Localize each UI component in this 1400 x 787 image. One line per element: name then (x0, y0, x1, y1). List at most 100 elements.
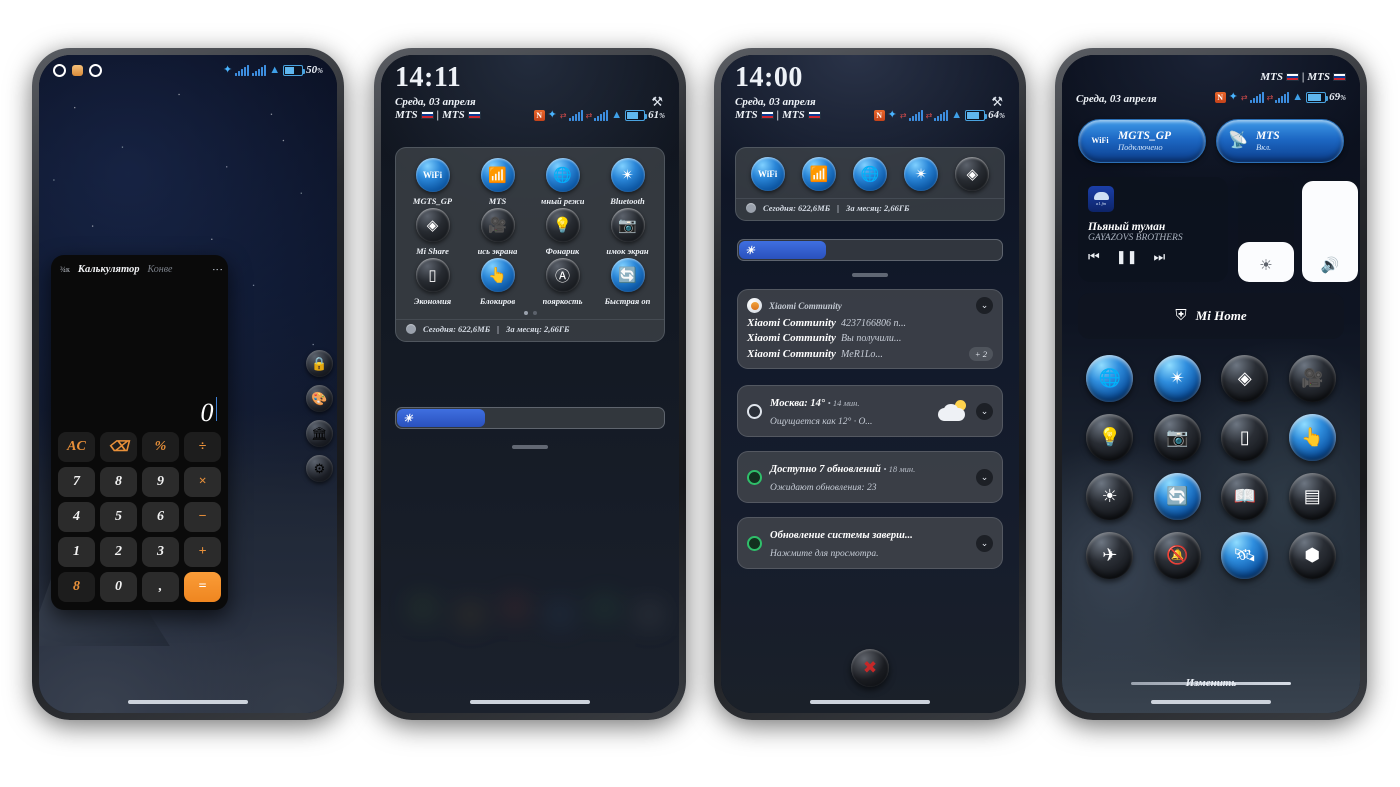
store-app-icon[interactable]: 🏛 (306, 420, 333, 447)
media-player-card[interactable]: a1.fm Пьяный туман GAYAZOVS BROTHERS ⏮ ❚… (1078, 177, 1228, 282)
gps-toggle[interactable]: 🛰 (1221, 532, 1269, 579)
mi-home-button[interactable]: ⛨ Mi Home (1078, 293, 1344, 339)
auto-brightness-toggle[interactable]: ☀ (1086, 473, 1134, 520)
chevron-down-icon[interactable]: ⌄ (976, 468, 993, 486)
gesture-bar[interactable] (128, 700, 248, 704)
mi-share-toggle[interactable]: ◈ (1221, 355, 1269, 402)
key-4[interactable]: 4 (58, 502, 95, 532)
key-divide[interactable]: ÷ (184, 432, 221, 462)
notification-weather[interactable]: Москва: 14° • 14 мин. Ощущается как 12° … (737, 385, 1003, 437)
battery-icon (1306, 91, 1329, 103)
key-3[interactable]: 3 (142, 537, 179, 567)
key-percent[interactable]: % (142, 432, 179, 462)
key-7[interactable]: 7 (58, 467, 95, 497)
bluetooth-toggle[interactable]: ✴ (1153, 355, 1201, 402)
data-month-label: За месяц: 2,66ГБ (846, 203, 910, 213)
key-equals[interactable]: = (184, 572, 221, 602)
notification-line[interactable]: Xiaomi Community MeR1Lo... + 2 (747, 347, 993, 361)
next-track-button[interactable]: ⏭ (1154, 249, 1166, 265)
screen-record-toggle[interactable]: 🎥 (1288, 355, 1336, 402)
key-scientific[interactable]: 8 (58, 572, 95, 602)
gesture-bar[interactable] (1151, 700, 1271, 704)
chevron-down-icon[interactable]: ⌄ (976, 534, 993, 552)
brightness-vertical-slider[interactable]: ☀ (1238, 177, 1294, 282)
screen-lock-toggle[interactable]: 👆 (1288, 414, 1336, 461)
page-dot[interactable] (532, 311, 537, 315)
notification-line[interactable]: Xiaomi Community Вы получили... (747, 332, 993, 344)
more-count-badge[interactable]: + 2 (968, 347, 993, 361)
chevron-down-icon[interactable]: ⌄ (976, 402, 993, 420)
toggle-wifi[interactable]: WiFi MGTS_GP (400, 158, 465, 206)
gesture-bar[interactable] (470, 700, 590, 704)
previous-track-button[interactable]: ⏮ (1088, 249, 1100, 265)
pause-button[interactable]: ❚❚ (1116, 249, 1138, 265)
edit-tools-icon[interactable]: ⚒ (651, 94, 663, 110)
key-ac[interactable]: AC (58, 432, 95, 462)
tab-converter[interactable]: Конве (147, 264, 172, 275)
mobile-data-pill[interactable]: 📡 MTS Вкл. (1216, 119, 1344, 163)
edit-toggles-button[interactable]: Изменить (1131, 673, 1291, 691)
key-9[interactable]: 9 (142, 467, 179, 497)
key-minus[interactable]: − (184, 502, 221, 532)
edit-tools-icon[interactable]: ⚒ (991, 94, 1003, 110)
screenshot-toggle[interactable]: 📷 (1153, 414, 1201, 461)
toggle-screenshot[interactable]: 📷 имок экран (595, 208, 660, 256)
key-0[interactable]: 0 (100, 572, 137, 602)
brightness-slider[interactable]: ☀ (395, 407, 665, 429)
volume-vertical-slider[interactable]: 🔊 (1302, 177, 1358, 282)
toggle-auto-brightness[interactable]: Ⓐ пояркость (530, 258, 595, 306)
overflow-menu-icon[interactable]: ⋮ (211, 264, 223, 275)
lock-app-icon[interactable]: 🔒 (306, 350, 333, 377)
data-roaming-toggle[interactable]: 🌐 (852, 157, 887, 191)
toggle-screen-record[interactable]: 🎥 ись экрана (465, 208, 530, 256)
notification-text-block: Москва: 14° • 14 мин. Ощущается как 12° … (770, 393, 930, 429)
shade-pull-handle[interactable] (852, 273, 888, 277)
notification-updates[interactable]: Доступно 7 обновлений • 18 мин. Ожидают … (737, 451, 1003, 503)
page-dot-active[interactable] (523, 311, 528, 315)
toggle-quick-pay[interactable]: 🔄 Быстрая оп (595, 258, 660, 306)
shade-pull-handle[interactable] (512, 445, 548, 449)
data-roaming-toggle[interactable]: 🌐 (1086, 355, 1134, 402)
notification-line[interactable]: Xiaomi Community 4237166806 п... (747, 317, 993, 329)
gallery-app-icon[interactable]: 🎨 (306, 385, 333, 412)
data-usage-row[interactable]: Сегодня: 622,6МБ | За месяц: 2,66ГБ (736, 198, 1004, 220)
flashlight-toggle[interactable]: 💡 (1086, 414, 1134, 461)
brightness-slider[interactable]: ☀ (737, 239, 1003, 261)
toggle-battery-saver[interactable]: ▯ Экономия (400, 258, 465, 306)
key-1[interactable]: 1 (58, 537, 95, 567)
airplane-mode-toggle[interactable]: ✈ (1086, 532, 1134, 579)
notification-system-update[interactable]: Обновление системы заверш... Нажмите для… (737, 517, 1003, 569)
wifi-toggle[interactable]: WiFi (750, 157, 785, 191)
toggle-screen-lock[interactable]: 👆 Блокиров (465, 258, 530, 306)
key-6[interactable]: 6 (142, 502, 179, 532)
key-2[interactable]: 2 (100, 537, 137, 567)
key-8[interactable]: 8 (100, 467, 137, 497)
calculator-window[interactable]: ¾к Калькулятор Конве ⋮ 0 AC ⌫ % ÷ 7 8 9 (51, 255, 228, 610)
key-plus[interactable]: + (184, 537, 221, 567)
toggle-flashlight[interactable]: 💡 Фонарик (530, 208, 595, 256)
battery-saver-toggle[interactable]: ▯ (1221, 414, 1269, 461)
toggle-bluetooth[interactable]: ✴ Bluetooth (595, 158, 660, 206)
reading-mode-toggle[interactable]: 📖 (1221, 473, 1269, 520)
sync-toggle[interactable]: 🔄 (1153, 473, 1201, 520)
toggle-mobile-data[interactable]: 📶 MTS (465, 158, 530, 206)
settings-toggle[interactable]: ⬢ (1288, 532, 1336, 579)
bluetooth-toggle[interactable]: ✴ (904, 157, 939, 191)
key-5[interactable]: 5 (100, 502, 137, 532)
wallet-toggle[interactable]: ▤ (1288, 473, 1336, 520)
toggle-mi-share[interactable]: ◈ Mi Share (400, 208, 465, 256)
mi-share-toggle[interactable]: ◈ (955, 157, 990, 191)
wifi-pill[interactable]: WiFi MGTS_GP Подключено (1078, 119, 1206, 163)
clear-all-notifications-icon[interactable]: ✖ (851, 649, 889, 687)
gesture-bar[interactable] (810, 700, 930, 704)
chevron-down-icon[interactable]: ⌄ (976, 297, 993, 314)
key-backspace[interactable]: ⌫ (100, 432, 137, 462)
settings-app-icon[interactable]: ⚙ (306, 455, 333, 482)
mobile-data-toggle[interactable]: 📶 (801, 157, 836, 191)
key-multiply[interactable]: × (184, 467, 221, 497)
toggle-data-roaming[interactable]: 🌐 мный режи (530, 158, 595, 206)
notification-group-xiaomi[interactable]: Xiaomi Community ⌄ Xiaomi Community 4237… (737, 289, 1003, 369)
data-usage-row[interactable]: Сегодня: 622,6МБ | За месяц: 2,66ГБ (396, 319, 664, 341)
do-not-disturb-toggle[interactable]: 🔕 (1153, 532, 1201, 579)
key-comma[interactable]: , (142, 572, 179, 602)
